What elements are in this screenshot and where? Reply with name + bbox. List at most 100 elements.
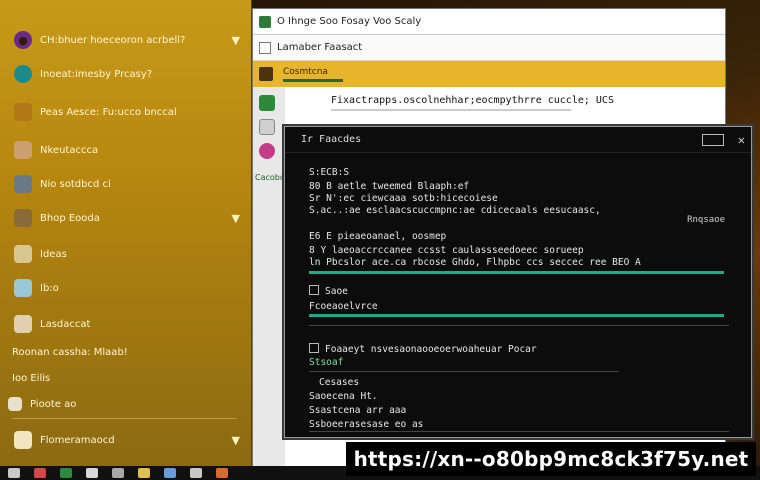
address-bar[interactable]: Lamaber Faasact bbox=[253, 35, 725, 61]
start-item-label: CH:bhuer hoeceoron acrbell? bbox=[40, 34, 186, 46]
media-icon[interactable] bbox=[259, 143, 275, 159]
start-item-user[interactable]: ● CH:bhuer hoeceoron acrbell? ▼ bbox=[0, 24, 252, 56]
start-item-label: Nio sotdbcd ci bbox=[40, 178, 111, 190]
edge-browser-icon bbox=[14, 65, 32, 83]
terminal-line: Ssastcena arr aaa bbox=[309, 405, 407, 416]
selected-row-label: Cosmtcna bbox=[283, 66, 328, 77]
terminal-line: Ssboeerasesase eo as bbox=[309, 419, 424, 430]
start-item-settings[interactable]: Peas Aesce: Fu:ucco bnccal bbox=[0, 96, 252, 128]
divider bbox=[309, 431, 729, 432]
maximize-icon[interactable] bbox=[701, 134, 724, 146]
page-icon bbox=[259, 41, 271, 54]
terminal-line: S.ac..:ae esclaacscuccmpnc:ae cdicecaals… bbox=[309, 205, 601, 216]
explorer-title: O Ihnge Soo Fosay Voo Scaly bbox=[277, 16, 422, 27]
start-item-label: Nkeutaccca bbox=[40, 144, 99, 156]
divider bbox=[12, 418, 237, 419]
divider bbox=[309, 371, 619, 372]
sidebar-label: Cacobc bbox=[255, 173, 285, 182]
app-icon[interactable] bbox=[86, 468, 98, 478]
start-footer-line[interactable]: Ioo Eilis bbox=[0, 366, 252, 390]
maximize-icon[interactable]: ☐ bbox=[678, 12, 689, 26]
chevron-down-icon[interactable]: ▼ bbox=[232, 434, 240, 447]
folder-icon bbox=[259, 67, 273, 81]
document-icon bbox=[14, 175, 32, 193]
terminal-line: Saoecena Ht. bbox=[309, 391, 378, 402]
start-item-label: Ib:o bbox=[40, 282, 59, 294]
app-icon[interactable] bbox=[216, 468, 228, 478]
image-icon bbox=[14, 279, 32, 297]
app-icon bbox=[14, 431, 32, 449]
footer-line-label: Roonan cassha: Mlaab! bbox=[12, 346, 128, 358]
app-icon[interactable] bbox=[259, 95, 275, 111]
start-item-package[interactable]: Lasdaccat bbox=[0, 308, 252, 340]
file-icon bbox=[8, 397, 22, 411]
window-controls: — ☐ ✕ bbox=[650, 12, 715, 26]
start-item-images[interactable]: Ib:o bbox=[0, 272, 252, 304]
close-icon[interactable]: ✕ bbox=[705, 12, 715, 26]
start-item-mail[interactable]: Nkeutaccca bbox=[0, 134, 252, 166]
address-text: Lamaber Faasact bbox=[277, 42, 363, 53]
start-menu-panel: ● CH:bhuer hoeceoron acrbell? ▼ Inoeat:i… bbox=[0, 0, 252, 466]
page-icon[interactable] bbox=[259, 119, 275, 135]
folder-icon bbox=[14, 245, 32, 263]
close-icon[interactable]: ✕ bbox=[738, 133, 745, 147]
terminal-line: 8 Y laeoaccrccanee ccsst caulassseedoeec… bbox=[309, 245, 584, 256]
terminal-line: E6 E pieaeoanael, oosmep bbox=[309, 231, 447, 242]
watermark-url: https://xn--o80bp9mc8ck3f75y.net bbox=[346, 442, 756, 476]
selected-row-bar bbox=[283, 78, 343, 82]
terminal-status: Stsoaf bbox=[309, 357, 344, 368]
file-item[interactable]: Fixactrapps.oscolnehhar;eocmpythrre cucc… bbox=[331, 95, 614, 106]
terminal-titlebar[interactable]: Ir Faacdes bbox=[285, 127, 751, 153]
divider bbox=[309, 325, 729, 326]
terminal-line: 80 B aetle tweemed Blaaph:ef bbox=[309, 181, 470, 192]
checkbox-icon bbox=[309, 343, 319, 353]
terminal-section-title: Foaaeyt nsvesaonaooeoerwoaheuar Pocar bbox=[309, 343, 537, 355]
start-item-bottom[interactable]: Flomeramaocd ▼ bbox=[0, 424, 252, 456]
chevron-down-icon[interactable]: ▼ bbox=[232, 34, 240, 47]
start-item-label: Flomeramaocd bbox=[40, 434, 115, 446]
start-item-documents[interactable]: Nio sotdbcd ci bbox=[0, 168, 252, 200]
start-item-label: Bhop Eooda bbox=[40, 212, 100, 224]
terminal-line: S:ECB:S bbox=[309, 167, 350, 178]
start-item-label: Peas Aesce: Fu:ucco bnccal bbox=[40, 106, 177, 118]
terminal-line: Sr N':ec ciewcaaa sotb:hicecoiese bbox=[309, 193, 498, 204]
terminal-section-label: Saoe bbox=[309, 285, 348, 297]
start-item-ideas[interactable]: Ideas bbox=[0, 238, 252, 270]
terminal-line: Cesases bbox=[319, 377, 360, 388]
start-item-label: Ideas bbox=[40, 248, 67, 260]
explorer-sidebar bbox=[253, 87, 285, 467]
start-icon[interactable] bbox=[8, 468, 20, 478]
start-item-browser[interactable]: Inoeat:imesby Prcasy? bbox=[0, 58, 252, 90]
app-icon bbox=[259, 15, 271, 28]
start-item-tools[interactable]: Bhop Eooda ▼ bbox=[0, 202, 252, 234]
app-icon[interactable] bbox=[164, 468, 176, 478]
terminal-right-label: Rnqsaoe bbox=[687, 215, 725, 225]
terminal-section-title: Fcoeaoelvrce bbox=[309, 301, 378, 312]
start-item-label: Inoeat:imesby Prcasy? bbox=[40, 68, 153, 80]
app-icon[interactable] bbox=[138, 468, 150, 478]
start-item-label: Lasdaccat bbox=[40, 318, 91, 330]
chevron-down-icon[interactable]: ▼ bbox=[232, 212, 240, 225]
app-icon[interactable] bbox=[190, 468, 202, 478]
progress-bar bbox=[309, 271, 724, 274]
terminal-title: Ir Faacdes bbox=[301, 134, 362, 145]
mail-icon bbox=[14, 141, 32, 159]
progress-bar bbox=[309, 314, 724, 317]
checkbox-icon bbox=[309, 285, 319, 295]
app-icon[interactable] bbox=[34, 468, 46, 478]
start-footer-line[interactable]: Pioote ao bbox=[0, 392, 252, 416]
footer-line-label: Pioote ao bbox=[30, 398, 77, 410]
start-footer-line[interactable]: Roonan cassha: Mlaab! bbox=[0, 340, 252, 364]
app-icon[interactable] bbox=[60, 468, 72, 478]
terminal-controls: ✕ bbox=[701, 133, 745, 147]
tools-icon bbox=[14, 209, 32, 227]
selected-row[interactable]: Cosmtcna bbox=[253, 61, 725, 87]
package-icon bbox=[14, 315, 32, 333]
minimize-icon[interactable]: — bbox=[650, 12, 662, 26]
terminal-window[interactable]: Ir Faacdes ✕ S:ECB:S 80 B aetle tweemed … bbox=[284, 126, 752, 438]
settings-icon bbox=[14, 103, 32, 121]
file-item-underline bbox=[331, 109, 571, 111]
user-icon: ● bbox=[14, 31, 32, 49]
app-icon[interactable] bbox=[112, 468, 124, 478]
footer-line-label: Ioo Eilis bbox=[12, 372, 51, 384]
